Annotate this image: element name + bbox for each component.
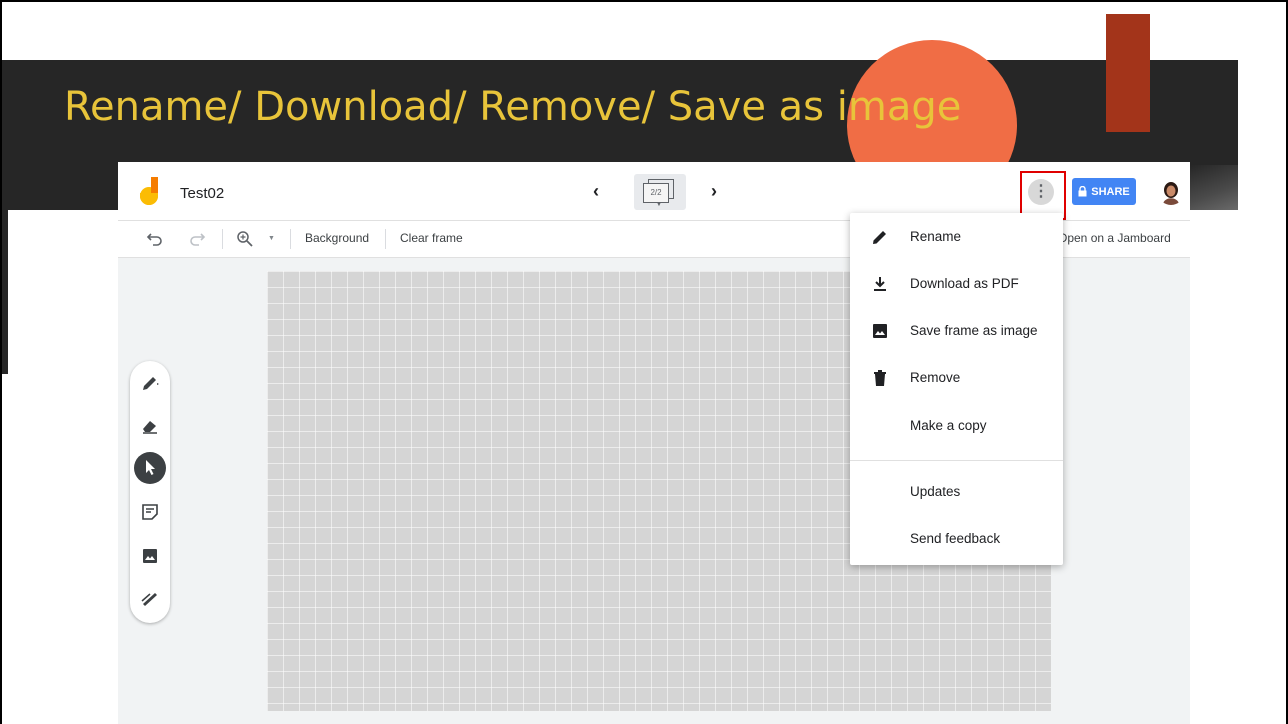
- menu-item-label: Rename: [910, 229, 962, 244]
- avatar[interactable]: [1158, 179, 1184, 205]
- banner-shade: [1190, 165, 1238, 210]
- jamboard-app: Test02 ‹ 2/2 ▼ › ⋮ SHARE ▼ Background Cl…: [118, 162, 1190, 724]
- slide-border-top: [0, 0, 1288, 2]
- caret-down-icon: ▼: [656, 202, 662, 208]
- slide-title: Rename/ Download/ Remove/ Save as image: [64, 84, 962, 130]
- select-icon: [146, 460, 155, 475]
- menu-item-save-frame-as-image[interactable]: Save frame as image: [850, 309, 1063, 353]
- sticky-note-icon[interactable]: [140, 502, 160, 522]
- undo-icon[interactable]: [146, 230, 164, 248]
- menu-item-rename[interactable]: Rename: [850, 215, 1063, 259]
- menu-item-label: Make a copy: [910, 418, 987, 433]
- clear-frame-button[interactable]: Clear frame: [400, 231, 463, 245]
- download-icon: [874, 277, 886, 291]
- side-toolbar: [130, 361, 170, 623]
- open-on-jamboard-button[interactable]: Open on a Jamboard: [1058, 231, 1171, 245]
- zoom-in-icon[interactable]: [236, 230, 254, 248]
- accent-rectangle: [1106, 14, 1150, 132]
- laser-icon[interactable]: [140, 589, 160, 609]
- frame-counter: 2/2: [643, 183, 669, 203]
- avatar-image: [1158, 179, 1184, 205]
- menu-item-make-a-copy[interactable]: Make a copy: [850, 404, 1063, 448]
- select-tool-button[interactable]: [134, 452, 166, 484]
- toolbar-separator: [222, 229, 223, 249]
- pen-icon[interactable]: [140, 373, 160, 393]
- frame-indicator[interactable]: 2/2 ▼: [634, 174, 686, 210]
- eraser-icon[interactable]: [140, 416, 160, 436]
- menu-item-label: Save frame as image: [910, 323, 1038, 338]
- share-button[interactable]: SHARE: [1072, 178, 1136, 205]
- zoom-dropdown-icon[interactable]: ▼: [268, 235, 275, 242]
- more-options-menu: Rename Download as PDF Save frame as ima…: [850, 213, 1063, 565]
- toolbar-separator: [385, 229, 386, 249]
- menu-item-updates[interactable]: Updates: [850, 470, 1063, 514]
- menu-item-send-feedback[interactable]: Send feedback: [850, 517, 1063, 561]
- lock-icon: [1078, 186, 1087, 197]
- image-icon: [873, 324, 887, 338]
- menu-item-remove[interactable]: Remove: [850, 356, 1063, 400]
- menu-item-label: Send feedback: [910, 531, 1001, 546]
- toolbar-separator: [290, 229, 291, 249]
- background-button[interactable]: Background: [305, 231, 369, 245]
- chevron-left-icon[interactable]: ‹: [593, 181, 599, 202]
- chevron-right-icon[interactable]: ›: [711, 181, 717, 202]
- image-icon[interactable]: [140, 546, 160, 566]
- trash-icon: [874, 370, 886, 386]
- redo-icon[interactable]: [188, 230, 206, 248]
- document-title[interactable]: Test02: [180, 185, 224, 202]
- pencil-icon: [873, 231, 886, 244]
- menu-divider: [850, 460, 1063, 461]
- menu-item-download-pdf[interactable]: Download as PDF: [850, 262, 1063, 306]
- jamboard-logo-icon: [140, 177, 158, 205]
- menu-item-label: Updates: [910, 484, 961, 499]
- menu-item-label: Remove: [910, 370, 961, 385]
- menu-item-label: Download as PDF: [910, 276, 1019, 291]
- share-label: SHARE: [1091, 185, 1130, 198]
